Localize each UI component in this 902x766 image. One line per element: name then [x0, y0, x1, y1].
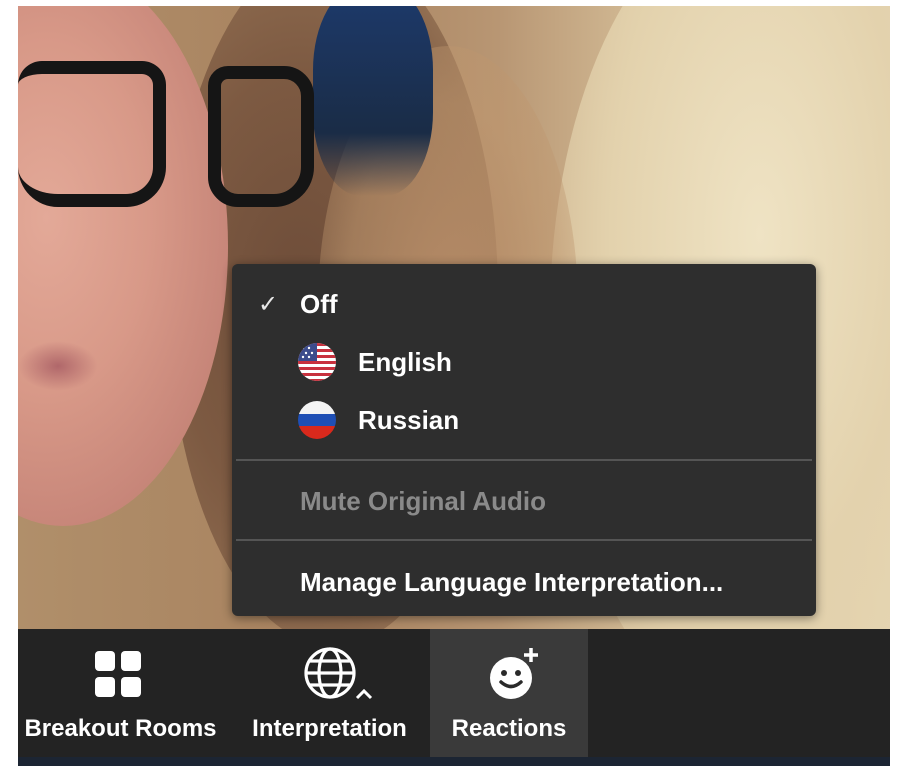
globe-icon [302, 645, 358, 701]
video-glasses-left [18, 61, 166, 207]
menu-item-mute-original-audio: Mute Original Audio [232, 475, 816, 527]
breakout-rooms-button[interactable]: Breakout Rooms [18, 629, 223, 757]
us-flag-icon [298, 343, 336, 381]
menu-item-english[interactable]: English [232, 336, 816, 388]
menu-item-manage-language-interpretation[interactable]: Manage Language Interpretation... [232, 556, 816, 608]
video-headset [313, 6, 433, 196]
menu-divider [236, 539, 812, 541]
russia-flag-icon [298, 401, 336, 439]
menu-divider [236, 459, 812, 461]
checkmark-icon: ✓ [258, 290, 279, 318]
reactions-button[interactable]: Reactions [430, 629, 588, 757]
video-lips [18, 341, 98, 391]
grid-icon [93, 649, 143, 699]
reactions-label: Reactions [451, 715, 567, 742]
chevron-up-icon[interactable] [354, 687, 374, 701]
meeting-toolbar: Breakout Rooms Interpretation Reactions [18, 629, 890, 766]
breakout-rooms-label: Breakout Rooms [24, 715, 217, 742]
mute-original-audio-label: Mute Original Audio [300, 485, 547, 516]
window-bottom-edge [18, 757, 890, 766]
menu-item-off-label: Off [300, 288, 338, 319]
interpretation-label: Interpretation [252, 715, 407, 742]
menu-item-off[interactable]: ✓ Off [232, 278, 816, 330]
interpretation-button[interactable]: Interpretation [236, 629, 423, 757]
menu-item-russian-label: Russian [358, 404, 460, 435]
menu-item-russian[interactable]: Russian [232, 394, 816, 446]
interpretation-menu: ✓ Off English Russian Mute Original Audi… [232, 264, 816, 616]
smiley-add-icon [485, 645, 543, 703]
video-glasses-right [208, 66, 314, 207]
menu-item-english-label: English [358, 346, 452, 377]
zoom-meeting-window: ✓ Off English Russian Mute Original Audi… [0, 0, 902, 766]
manage-language-interpretation-label: Manage Language Interpretation... [300, 566, 724, 597]
